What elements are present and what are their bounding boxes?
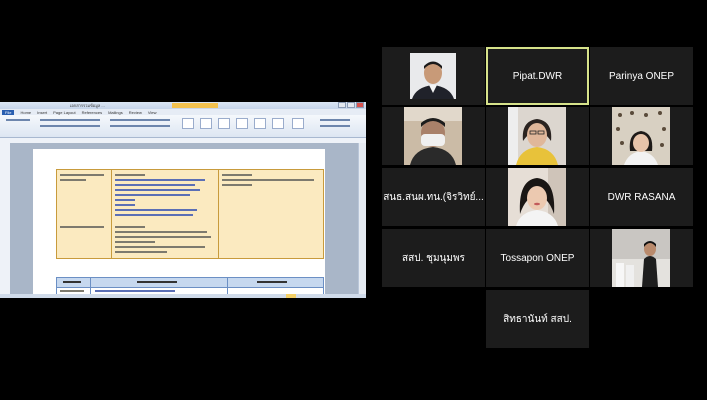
- vertical-scrollbar[interactable]: [358, 143, 366, 298]
- person-icon: [508, 168, 566, 226]
- menu-view[interactable]: View: [148, 110, 157, 115]
- word-title-bar: เอกสารรวมข้อมูล ...: [0, 102, 366, 109]
- person-with-mask-icon: [404, 107, 462, 165]
- participant-name: สิทธานันท์ สสป.: [503, 313, 572, 325]
- participant-tile-2[interactable]: Pipat.DWR: [486, 47, 589, 105]
- participant-tile-8[interactable]: [486, 168, 589, 226]
- participant-video: [612, 107, 670, 165]
- document-table-1: [56, 169, 324, 259]
- participant-tile-12[interactable]: [590, 229, 693, 287]
- participant-video: [508, 168, 566, 226]
- word-ribbon[interactable]: [0, 115, 366, 138]
- vertical-ruler: [0, 143, 10, 298]
- participant-name: สนธ.สนผ.ทน.(จิรวิทย์...: [383, 191, 484, 203]
- participant-video: [410, 53, 456, 99]
- participant-tile-1[interactable]: [382, 47, 485, 105]
- participant-name: Tossapon ONEP: [500, 252, 575, 264]
- menu-home[interactable]: Home: [20, 110, 31, 115]
- participant-name: Parinya ONEP: [608, 70, 675, 82]
- participant-name: Pipat.DWR: [512, 70, 563, 82]
- person-icon: [612, 229, 670, 287]
- document-area: [0, 143, 366, 298]
- person-icon: [508, 107, 566, 165]
- menu-page-layout[interactable]: Page Layout: [53, 110, 75, 115]
- participant-tile-6[interactable]: [590, 107, 693, 165]
- menu-file[interactable]: File: [2, 109, 15, 115]
- participant-video: [612, 229, 670, 287]
- participant-tile-10[interactable]: สสป. ชุมนุมพร: [382, 229, 485, 287]
- participant-tile-13[interactable]: สิทธานันท์ สสป.: [486, 290, 589, 348]
- participant-tile-5[interactable]: [486, 107, 589, 165]
- word-status-bar: [0, 294, 366, 298]
- participant-tile-7[interactable]: สนธ.สนผ.ทน.(จิรวิทย์...: [382, 168, 485, 226]
- person-silhouette-icon: [410, 53, 456, 99]
- menu-insert[interactable]: Insert: [37, 110, 47, 115]
- participant-name: DWR RASANA: [607, 191, 676, 203]
- shared-screen: เอกสารรวมข้อมูล ... File Home Insert Pag…: [0, 102, 366, 298]
- participant-tile-11[interactable]: Tossapon ONEP: [486, 229, 589, 287]
- participant-video: [508, 107, 566, 165]
- title-highlight: [172, 103, 218, 108]
- participant-tile-4[interactable]: [382, 107, 485, 165]
- word-window-title: เอกสารรวมข้อมูล ...: [70, 103, 105, 108]
- document-page: [33, 149, 325, 298]
- participant-tile-3[interactable]: Parinya ONEP: [590, 47, 693, 105]
- menu-references[interactable]: References: [82, 110, 102, 115]
- participant-name: สสป. ชุมนุมพร: [402, 252, 465, 264]
- participant-tile-9[interactable]: DWR RASANA: [590, 168, 693, 226]
- window-controls[interactable]: [338, 102, 364, 108]
- menu-mailings[interactable]: Mailings: [108, 110, 123, 115]
- menu-review[interactable]: Review: [129, 110, 142, 115]
- person-icon: [612, 107, 670, 165]
- participant-video: [404, 107, 462, 165]
